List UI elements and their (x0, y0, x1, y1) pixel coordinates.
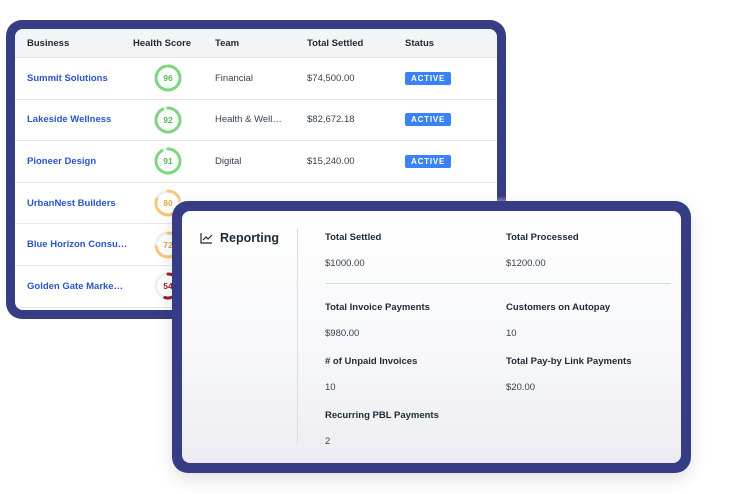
health-score-ring: 91 (153, 146, 183, 176)
metric-value: $980.00 (325, 328, 360, 339)
health-score-ring: 92 (153, 105, 183, 135)
business-link[interactable]: Golden Gate Marke… (15, 281, 133, 292)
team-cell: Digital (215, 155, 242, 167)
vertical-divider (297, 229, 298, 444)
health-score-cell: 92 (133, 105, 209, 135)
metric-label: Recurring PBL Payments (325, 410, 439, 421)
metric-label: Total Invoice Payments (325, 302, 430, 313)
table-row[interactable]: Lakeside Wellness 92 Health & Well… $82,672… (15, 100, 497, 142)
business-link[interactable]: Blue Horizon Consu… (15, 239, 133, 250)
metric-value: 2 (325, 436, 331, 447)
table-header: Business Health Score Team Total Settled… (15, 29, 497, 58)
metric-label: Customers on Autopay (506, 302, 611, 313)
column-header-total-settled[interactable]: Total Settled (307, 38, 405, 49)
metric-total-processed: Total Processed $1200.00 (506, 232, 681, 269)
metric-customers-on-autopay: Customers on Autopay 10 (506, 302, 681, 339)
business-link[interactable]: UrbanNest Builders (15, 198, 133, 209)
metric-value: $1000.00 (325, 258, 365, 269)
metric-pay-by-link-payments: Total Pay-by Link Payments $20.00 (506, 356, 681, 393)
total-settled-cell: $74,500.00 (307, 72, 355, 84)
health-score-value: 91 (163, 156, 173, 167)
metric-label: Total Settled (325, 232, 382, 243)
column-header-team[interactable]: Team (209, 38, 307, 49)
reporting-panel: Reporting Total Settled $1000.00 Total P… (182, 211, 681, 463)
health-score-value: 96 (163, 73, 173, 84)
business-link[interactable]: Pioneer Design (15, 156, 133, 167)
status-cell: ACTIVE (405, 154, 495, 168)
health-score-ring: 96 (153, 63, 183, 93)
reporting-title-label: Reporting (220, 231, 280, 245)
column-header-business[interactable]: Business (15, 38, 133, 49)
metric-recurring-pbl-payments: Recurring PBL Payments 2 (325, 410, 500, 447)
reporting-title[interactable]: Reporting (200, 231, 279, 245)
reporting-card: Reporting Total Settled $1000.00 Total P… (172, 201, 691, 473)
status-badge: ACTIVE (405, 71, 452, 85)
table-row[interactable]: Summit Solutions 96 Financial $74,500.00 ACT… (15, 58, 497, 100)
health-score-cell: 96 (133, 63, 209, 93)
metric-total-settled: Total Settled $1000.00 (325, 232, 500, 269)
column-header-health-score[interactable]: Health Score (133, 38, 209, 49)
total-settled-cell: $82,672.18 (307, 114, 355, 126)
column-header-status[interactable]: Status (405, 38, 495, 49)
metric-value: 10 (325, 382, 336, 393)
metric-unpaid-invoices: # of Unpaid Invoices 10 (325, 356, 500, 393)
metric-label: Total Processed (506, 232, 579, 243)
status-badge: ACTIVE (405, 154, 452, 168)
metric-value: 10 (506, 328, 517, 339)
health-score-value: 92 (163, 114, 173, 125)
metric-label: Total Pay-by Link Payments (506, 356, 632, 367)
metric-label: # of Unpaid Invoices (325, 356, 418, 367)
health-score-cell: 91 (133, 146, 209, 176)
status-cell: ACTIVE (405, 113, 495, 127)
status-badge: ACTIVE (405, 113, 452, 127)
metric-value: $20.00 (506, 382, 536, 393)
team-cell: Financial (215, 72, 254, 84)
table-row[interactable]: Pioneer Design 91 Digital $15,240.00 ACTIVE (15, 141, 497, 183)
horizontal-divider (325, 283, 671, 284)
line-chart-icon (200, 233, 213, 244)
status-cell: ACTIVE (405, 71, 495, 85)
metric-total-invoice-payments: Total Invoice Payments $980.00 (325, 302, 500, 339)
total-settled-cell: $15,240.00 (307, 155, 355, 167)
business-link[interactable]: Lakeside Wellness (15, 114, 133, 125)
business-link[interactable]: Summit Solutions (15, 73, 133, 84)
team-cell: Health & Well… (215, 114, 282, 126)
metric-value: $1200.00 (506, 258, 546, 269)
